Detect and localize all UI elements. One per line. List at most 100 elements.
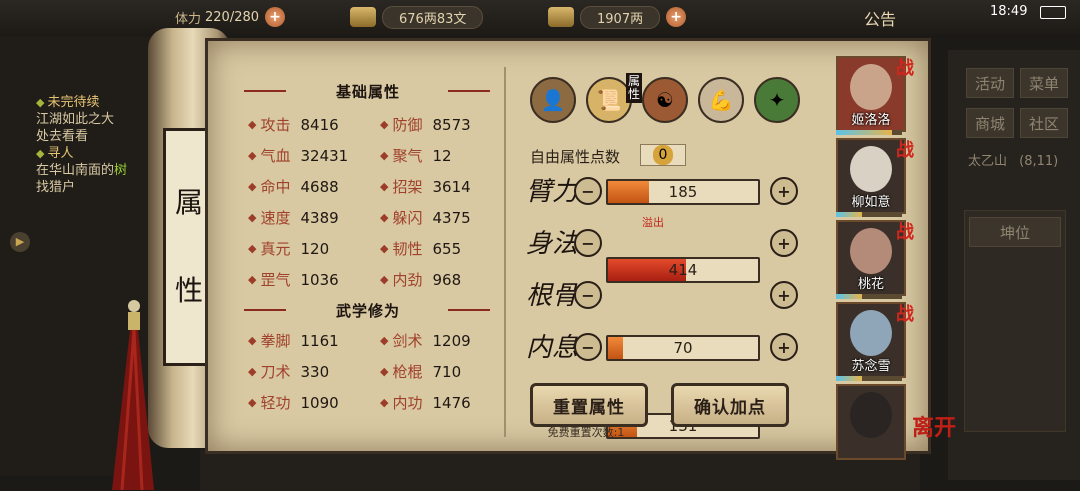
increase-attribute-button[interactable]: + — [770, 281, 798, 309]
reset-attributes-button[interactable]: 重置属性 — [530, 383, 648, 427]
stat-label: 拳脚 — [260, 332, 291, 350]
martial-stat-0: ◆ 拳脚 1161 — [248, 330, 339, 351]
free-reset-count: 免费重置次数:1 — [547, 426, 625, 439]
stamina-label: 体力 — [175, 11, 202, 27]
diamond-icon: ◆ — [248, 273, 257, 286]
stamina-value: 220/280 — [205, 9, 260, 25]
exp-bar-fill — [836, 130, 893, 135]
martial-skills-heading: 武学修为 — [335, 302, 400, 320]
gold-resource: 1907两 + — [548, 5, 687, 29]
stat-value: 1161 — [300, 331, 339, 350]
diamond-icon: ◆ — [248, 118, 257, 131]
increase-attribute-button[interactable]: + — [770, 333, 798, 361]
stat-label: 罡气 — [260, 271, 291, 289]
stat-label: 枪棍 — [392, 363, 423, 381]
basic-stat-6: ◆ 速度 4389 — [248, 207, 339, 228]
stat-value: 4375 — [432, 208, 471, 227]
attribute-bar: 185 — [606, 179, 760, 205]
basic-stat-7: ◆ 躲闪 4375 — [380, 207, 471, 228]
party-member-card[interactable]: 战桃花 — [836, 220, 914, 296]
attribute-name: 内息 — [526, 333, 579, 363]
menu-activity-button[interactable]: 活动 — [966, 68, 1014, 98]
basic-stat-2: ◆ 气血 32431 — [248, 145, 348, 166]
attribute-panel: 基础属性 ◆ 攻击 8416 ◆ 防御 8573 ◆ 气血 32431 ◆ 聚气 12 ◆ 命中 4688 ◆… — [205, 38, 931, 454]
attribute-bar: 414 — [606, 257, 760, 283]
stat-label: 真元 — [260, 240, 291, 258]
expand-arrow-icon[interactable]: ▶ — [10, 232, 30, 252]
confirm-points-button[interactable]: 确认加点 — [671, 383, 789, 427]
party-member-exp-bar — [836, 376, 902, 381]
stat-value: 1476 — [432, 393, 471, 412]
jade-disc-icon[interactable]: ✦ — [754, 77, 800, 123]
decrease-attribute-button[interactable]: − — [574, 281, 602, 309]
free-points-value: 0 — [640, 144, 686, 166]
add-gold-button[interactable]: + — [666, 7, 687, 27]
party-member-card[interactable] — [836, 384, 906, 460]
diamond-icon: ◆ — [380, 242, 389, 255]
in-battle-tag: 战 — [896, 304, 914, 325]
menu-shop-button[interactable]: 商城 — [966, 108, 1014, 138]
heading-ornament — [448, 309, 490, 311]
position-button[interactable]: 坤位 — [969, 217, 1061, 247]
location-coords: (8,11) — [1019, 154, 1059, 169]
attribute-value: 70 — [673, 339, 693, 357]
stat-label: 招架 — [392, 178, 423, 196]
stat-value: 8416 — [300, 115, 339, 134]
quest-line: 在华山南面的树 — [36, 162, 127, 179]
basic-stat-10: ◆ 罡气 1036 — [248, 269, 339, 290]
stat-value: 32431 — [300, 146, 349, 165]
location-label: 太乙山 (8,11) — [968, 150, 1058, 169]
quest-heading: ◆ 寻人 — [36, 145, 127, 162]
exp-bar-fill — [836, 294, 863, 299]
decrease-attribute-button[interactable]: − — [574, 177, 602, 205]
diamond-icon: ◆ — [248, 334, 257, 347]
quest-line-text: 在华山南面的 — [36, 163, 115, 178]
avatar — [850, 228, 892, 274]
diamond-icon: ◆ — [248, 211, 257, 224]
tab-attributes-label: 属性 — [626, 73, 642, 103]
party-member-name: 苏念雪 — [851, 359, 891, 374]
divider — [504, 67, 506, 437]
stat-label: 轻功 — [260, 394, 291, 412]
increase-attribute-button[interactable]: + — [770, 177, 798, 205]
party-member-card[interactable]: 战苏念雪 — [836, 302, 914, 378]
leave-button[interactable]: 离开 — [912, 410, 956, 442]
stat-label: 韧性 — [392, 240, 423, 258]
heading-ornament — [244, 309, 286, 311]
party-member-card[interactable]: 战柳如意 — [836, 138, 914, 214]
martial-stat-1: ◆ 剑术 1209 — [380, 330, 471, 351]
stat-value: 3614 — [432, 177, 471, 196]
stat-value: 12 — [432, 146, 452, 165]
taiji-icon[interactable]: ☯ — [642, 77, 688, 123]
diamond-icon: ◆ — [248, 365, 257, 378]
stat-label: 攻击 — [260, 116, 291, 134]
stat-label: 气血 — [260, 147, 291, 165]
notice-button[interactable]: 公告 — [864, 6, 896, 30]
basic-stat-4: ◆ 命中 4688 — [248, 176, 339, 197]
menu-community-button[interactable]: 社区 — [1020, 108, 1068, 138]
menu-main-button[interactable]: 菜单 — [1020, 68, 1068, 98]
add-stamina-button[interactable]: + — [265, 7, 286, 27]
avatar — [850, 64, 892, 110]
decrease-attribute-button[interactable]: − — [574, 333, 602, 361]
party-member-name: 柳如意 — [851, 195, 891, 210]
party-member-card[interactable]: 战姬洛洛 — [836, 56, 914, 132]
stat-value: 330 — [300, 362, 330, 381]
attribute-value: 185 — [668, 183, 698, 201]
in-battle-tag: 战 — [896, 58, 914, 79]
decrease-attribute-button[interactable]: − — [574, 229, 602, 257]
character-icon[interactable]: 👤 — [530, 77, 576, 123]
diamond-icon: ◆ — [380, 118, 389, 131]
free-points-number: 0 — [652, 145, 674, 165]
gold-ingot-icon — [548, 7, 574, 27]
attribute-scroll-icon[interactable]: 📜 属性 — [586, 73, 642, 123]
stamina-resource: 体力 220/280 + — [175, 6, 286, 28]
basic-stat-5: ◆ 招架 3614 — [380, 176, 471, 197]
stat-label: 内功 — [392, 394, 423, 412]
exp-bar-fill — [836, 212, 863, 217]
muscle-icon[interactable]: 💪 — [698, 77, 744, 123]
increase-attribute-button[interactable]: + — [770, 229, 798, 257]
quest-location-link[interactable]: 树 — [114, 163, 127, 178]
stat-label: 命中 — [260, 178, 291, 196]
diamond-icon: ◆ — [380, 211, 389, 224]
